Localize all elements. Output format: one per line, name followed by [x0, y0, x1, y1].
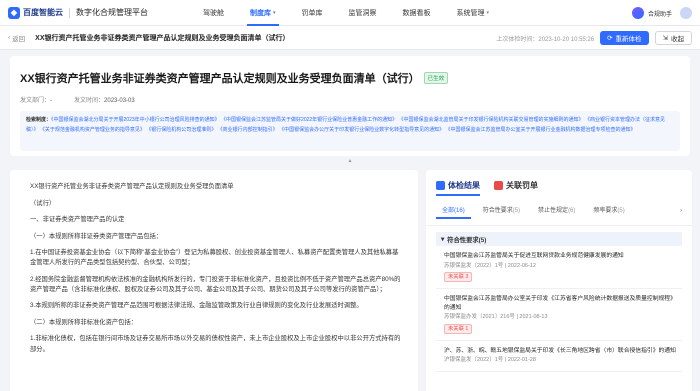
back-button[interactable]: ‹ 返回: [8, 33, 25, 43]
logo-text: 百度智能云: [23, 8, 63, 17]
nav-right: 合规助手: [631, 0, 692, 26]
date-value: 2023-03-03: [104, 98, 135, 104]
divider: [69, 7, 70, 18]
logo[interactable]: ◆ 百度智能云: [8, 6, 63, 19]
recheck-label: 重新体检: [615, 36, 642, 43]
tab-label: 体检结果: [448, 180, 480, 190]
main-menu: 驾驶舱 制度库 ▾ 罚单库 监管洞察 数据看板 系统管理 ▾: [190, 0, 502, 26]
doc-paragraph: 3.本规则所称的非证券类资产管理产品范围可根据法律法规、金融监管政策及行业自律规…: [30, 302, 363, 310]
sub-header: ‹ 返回 XX银行资产托管业务非证券类资产管理产品认定规则及业务受理负面清单（试…: [0, 26, 700, 50]
menu-item-insight[interactable]: 监管洞察: [336, 0, 390, 26]
menu-label: 系统管理: [456, 9, 485, 17]
reference-list[interactable]: 检索制度：《中国银保监会湖北分局关于开展2023年中小银行公司治理风险排查的通知…: [20, 111, 680, 151]
chevron-down-icon: ▾: [441, 235, 445, 243]
list-item[interactable]: 中国银保监会江苏监管局关于促进互联网贷款业务规范健康发展的通知 苏银保监发〔20…: [436, 246, 682, 289]
title-text: XX银行资产托管业务非证券类资产管理产品认定规则及业务受理负面清单（试行）: [20, 73, 420, 85]
section-header[interactable]: ▾ 符合性要求(5): [436, 232, 682, 246]
menu-label: 制度库: [250, 9, 271, 17]
menu-label: 监管洞察: [348, 9, 377, 17]
chevron-down-icon: ▾: [273, 9, 276, 16]
menu-item-penalties[interactable]: 罚单库: [289, 0, 336, 26]
menu-label: 罚单库: [301, 9, 323, 17]
check-result-panel: 体检结果 关联罚单 全部(16) 符合性要求(5) 禁止性规定(6) 频率要求(…: [426, 170, 692, 391]
item-meta: 苏银保监发〔2022〕1号 | 2022-06-12: [444, 262, 536, 269]
doc-paragraph: 1.非标准化债权，包括在银行间市场及证券交易所市场以外交易的债权性资产，未上市企…: [30, 335, 401, 353]
page-title: XX银行资产托管业务非证券类资产管理产品认定规则及业务受理负面清单（试行） 已生…: [20, 70, 680, 86]
dept-field: 发文部门：-: [20, 95, 52, 104]
status-badge: 未关联 1: [444, 323, 473, 334]
filter-tabs: 全部(16) 符合性要求(5) 禁止性规定(6) 频率要求(5) ›: [426, 196, 692, 226]
item-meta: 沪银保监发〔2022〕1号 | 2022-01-28: [444, 357, 536, 363]
filter-frequency[interactable]: 频率要求(5): [587, 202, 630, 219]
collapse-label: 收起: [671, 36, 684, 43]
filter-count: (16): [454, 208, 465, 214]
filter-count: (6): [568, 208, 576, 214]
recheck-button[interactable]: ⟳ 重新体检: [600, 31, 649, 45]
doc-meta: 发文部门：- 发文时间：2023-03-03: [20, 95, 680, 104]
date-label: 发文时间：: [74, 98, 105, 104]
status-badge: 已生效: [423, 72, 449, 84]
chevron-up-icon[interactable]: ▲: [345, 158, 355, 164]
menu-label: 驾驶舱: [203, 9, 224, 17]
list-item[interactable]: 中国银保监会江苏监管局办公室关于印发《江苏省客户风险统计数据报送及质量控制规程》…: [436, 289, 682, 341]
last-check-time: 上次体检时间：2023-10-20 10:55:26: [496, 36, 595, 43]
filter-label: 频率要求: [593, 208, 618, 214]
doc-paragraph: 1.在中国证券投资基金业协会（以下简称“基金业协会”）登记为私募股权、创业投资基…: [30, 249, 399, 267]
menu-item-dashboard[interactable]: 数据看板: [390, 0, 444, 26]
filter-label: 禁止性规定: [538, 208, 569, 214]
doc-paragraph: （二）本规则所称非标准化资产包括：: [30, 318, 138, 326]
item-title: 中国银保监会江苏监管局关于促进互联网贷款业务规范健康发展的通知: [444, 253, 624, 259]
tab-check-result[interactable]: 体检结果: [436, 178, 480, 196]
filter-compliance[interactable]: 符合性要求(5): [477, 202, 526, 219]
menu-item-system[interactable]: 系统管理 ▾: [444, 0, 503, 26]
menu-item-regulations[interactable]: 制度库 ▾: [237, 0, 289, 26]
top-nav: ◆ 百度智能云 数字化合规管理平台 驾驶舱 制度库 ▾ 罚单库 监管洞察 数据看板…: [0, 0, 700, 26]
chevron-down-icon: ▾: [486, 9, 490, 16]
tab-related-penalties[interactable]: 关联罚单: [494, 178, 538, 192]
chevron-right-icon[interactable]: ›: [680, 208, 682, 214]
document-body: XX银行资产托管业务非证券类资产管理产品认定规则及业务受理负面清单 （试行） 一…: [10, 170, 418, 391]
penalty-icon: [494, 180, 503, 190]
tab-label: 关联罚单: [506, 180, 538, 190]
section-label: 符合性要求(5): [447, 236, 487, 244]
back-label: 返回: [12, 35, 26, 43]
platform-name: 数字化合规管理平台: [76, 8, 148, 17]
item-title: 中国银保监会江苏监管局办公室关于印发《江苏省客户风险统计数据报送及质量控制规程》…: [444, 296, 676, 311]
report-icon: [436, 180, 445, 190]
menu-label: 数据看板: [402, 9, 431, 17]
doc-header-card: XX银行资产托管业务非证券类资产管理产品认定规则及业务受理负面清单（试行） 已生…: [10, 56, 690, 156]
filter-prohibition[interactable]: 禁止性规定(6): [532, 202, 581, 219]
collapse-button[interactable]: ⇲ 收起: [654, 31, 692, 45]
filter-label: 全部: [442, 208, 455, 214]
breadcrumb-title: XX银行资产托管业务非证券类资产管理产品认定规则及业务受理负面清单（试行）: [35, 34, 290, 42]
item-meta: 苏银保监办发〔2021〕216号 | 2021-08-13: [444, 314, 548, 320]
dept-value: -: [50, 98, 53, 104]
doc-subheading: （试行）: [30, 199, 56, 207]
menu-item-cockpit[interactable]: 驾驶舱: [190, 0, 237, 26]
panel-tabs: 体检结果 关联罚单: [426, 170, 692, 196]
dept-label: 发文部门：: [20, 98, 51, 104]
doc-heading: XX银行资产托管业务非证券类资产管理产品认定规则及业务受理负面清单: [30, 183, 234, 190]
date-field: 发文时间：2023-03-03: [74, 95, 135, 104]
avatar[interactable]: [680, 7, 692, 19]
sub-actions: 上次体检时间：2023-10-20 10:55:26 ⟳ 重新体检 ⇲ 收起: [496, 26, 692, 50]
doc-paragraph: （一）本规则所称非证券类资产管理产品包括：: [30, 232, 163, 240]
doc-paragraph: 一、非证券类资产管理产品的认定: [30, 216, 125, 223]
refs-text[interactable]: 《中国银保监会湖北分局关于开展2023年中小银行公司治理风险排查的通知》 《中国…: [26, 117, 665, 133]
filter-count: (5): [617, 208, 625, 214]
assistant-label[interactable]: 合规助手: [648, 9, 672, 18]
logo-icon: ◆: [8, 6, 20, 19]
assistant-icon[interactable]: [631, 7, 644, 19]
list-item[interactable]: 沪、苏、浙、皖、赣五地银保监局关于印发《长三角地区跨省（市）联合授信指引》的通知…: [436, 341, 682, 372]
item-title: 沪、苏、浙、皖、赣五地银保监局关于印发《长三角地区跨省（市）联合授信指引》的通知: [444, 347, 676, 354]
refs-label: 检索制度：: [26, 117, 52, 123]
chevron-left-icon: ‹: [8, 34, 11, 41]
filter-label: 符合性要求: [482, 208, 513, 214]
doc-paragraph: 2.经国务院金融监督管理机构依法核准的金融机构所发行的，专门投资于非标准化资产，…: [30, 275, 401, 293]
filter-all[interactable]: 全部(16): [436, 202, 471, 219]
refresh-icon: ⟳: [607, 35, 613, 42]
filter-count: (5): [512, 208, 521, 214]
collapse-icon: ⇲: [662, 35, 668, 42]
status-badge: 未关联 3: [444, 272, 473, 282]
